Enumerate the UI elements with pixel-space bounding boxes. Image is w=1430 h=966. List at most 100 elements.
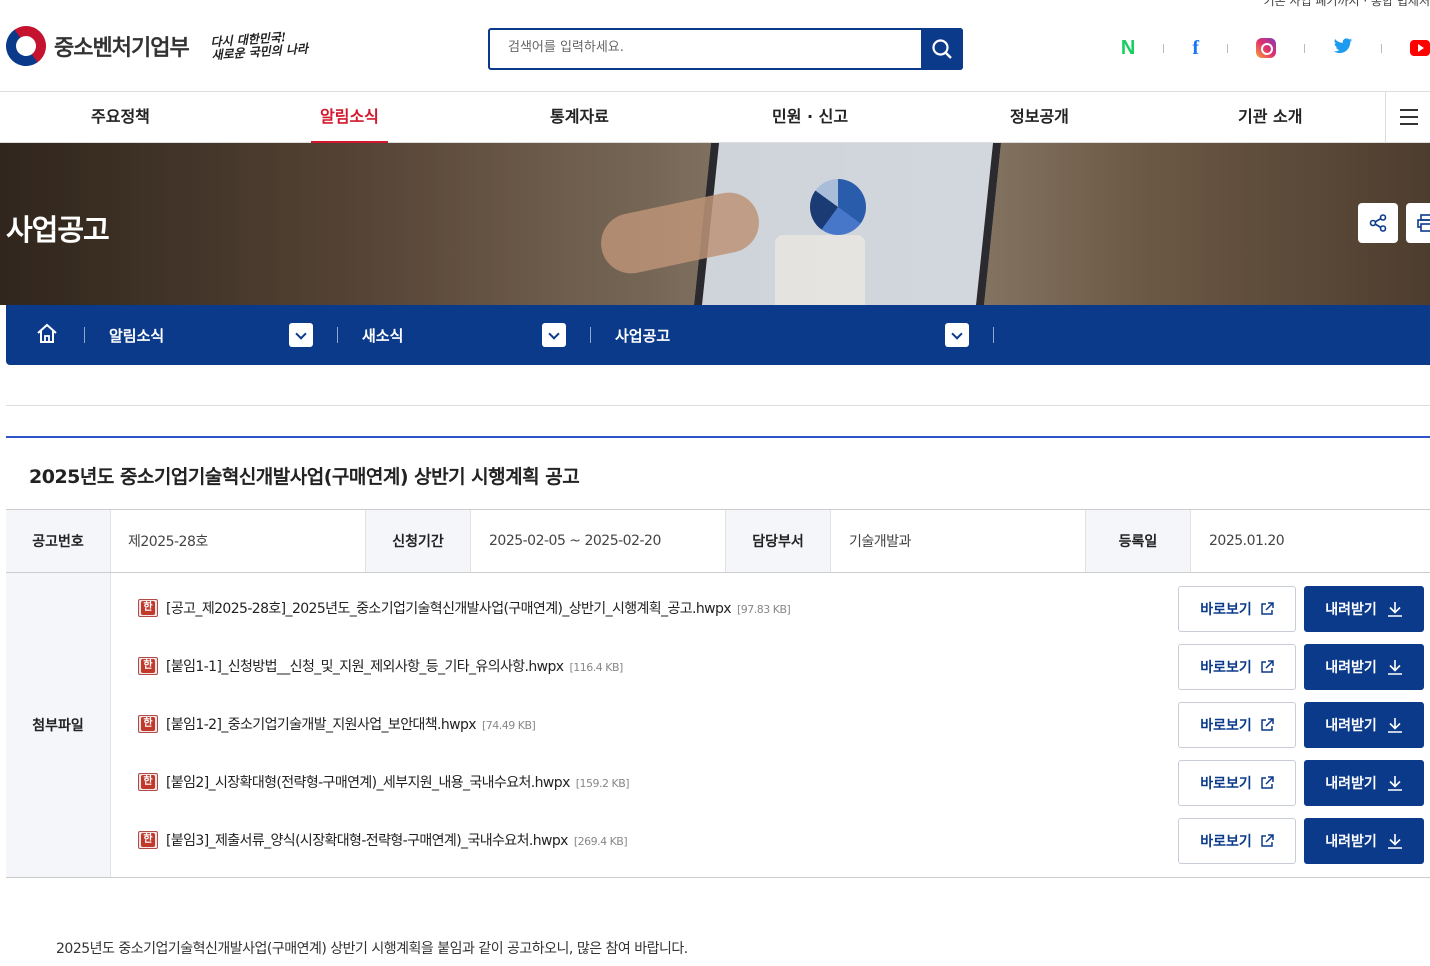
divider bbox=[1163, 43, 1165, 53]
breadcrumb-level-1[interactable]: 알림소식 bbox=[109, 325, 164, 346]
download-button[interactable]: 내려받기 bbox=[1304, 586, 1424, 632]
nav-item-information[interactable]: 정보공개 bbox=[1010, 92, 1069, 143]
external-link-icon bbox=[1261, 602, 1274, 615]
attachment-row: [붙임1-1]_신청방법__신청_및_지원_제외사항_등_기타_유의사항.hwp… bbox=[136, 644, 1424, 690]
search-input[interactable] bbox=[508, 40, 908, 55]
print-button[interactable] bbox=[1406, 203, 1430, 243]
naver-icon[interactable]: N bbox=[1121, 37, 1135, 60]
attachment-size: [97.83 KB] bbox=[737, 603, 791, 616]
divider bbox=[590, 327, 591, 343]
attachment-size: [269.4 KB] bbox=[573, 835, 628, 848]
download-button[interactable]: 내려받기 bbox=[1304, 818, 1424, 864]
download-button[interactable]: 내려받기 bbox=[1304, 760, 1424, 806]
breadcrumb-level-2[interactable]: 새소식 bbox=[362, 325, 403, 346]
divider bbox=[993, 327, 994, 343]
divider bbox=[1304, 43, 1305, 53]
share-icon bbox=[1369, 214, 1387, 232]
post-body: 2025년도 중소기업기술혁신개발사업(구매연계) 상반기 시행계획을 붙임과 … bbox=[56, 941, 688, 957]
site-logo[interactable]: 중소벤처기업부 다시 대한민국! 새로운 국민의 나라 bbox=[0, 18, 308, 74]
main-navigation: 주요정책 알림소식 통계자료 민원 · 신고 정보공개 기관 소개 bbox=[0, 92, 1430, 144]
download-icon bbox=[1387, 718, 1402, 733]
attachment-row: [붙임2]_시장확대형(전략형-구매연계)_세부지원_내용_국내수요처.hwpx… bbox=[136, 760, 1424, 806]
attachment-name[interactable]: [공고_제2025-28호]_2025년도_중소기업기술혁신개발사업(구매연계)… bbox=[166, 598, 791, 618]
hamburger-icon bbox=[1400, 109, 1418, 111]
attachment-size: [116.4 KB] bbox=[569, 661, 624, 674]
hwp-file-icon bbox=[138, 715, 158, 733]
title-divider bbox=[6, 436, 1430, 438]
print-icon bbox=[1417, 214, 1430, 232]
view-button[interactable]: 바로보기 bbox=[1178, 818, 1296, 864]
attachment-name[interactable]: [붙임1-2]_중소기업기술개발_지원사업_보안대책.hwpx [74.49 KB… bbox=[166, 714, 536, 734]
view-button[interactable]: 바로보기 bbox=[1178, 760, 1296, 806]
attachment-name[interactable]: [붙임2]_시장확대형(전략형-구매연계)_세부지원_내용_국내수요처.hwpx… bbox=[166, 772, 630, 792]
attachment-size: [159.2 KB] bbox=[575, 777, 630, 790]
share-button[interactable] bbox=[1358, 203, 1398, 243]
post-info-table: 공고번호 제2025-28호 신청기간 2025-02-05 ~ 2025-02… bbox=[6, 509, 1430, 573]
download-icon bbox=[1387, 834, 1402, 849]
attachment-row: [붙임3]_제출서류_양식(시장확대형-전략형-구매연계)_국내수요처.hwpx… bbox=[136, 818, 1424, 864]
hwp-file-icon bbox=[138, 657, 158, 675]
logo-text: 중소벤처기업부 bbox=[54, 36, 190, 61]
nav-item-civil-petition[interactable]: 민원 · 신고 bbox=[772, 92, 848, 143]
chevron-down-icon[interactable] bbox=[945, 323, 969, 347]
taegeuk-emblem-icon bbox=[0, 18, 54, 74]
hwp-file-icon bbox=[138, 831, 158, 849]
download-button[interactable]: 내려받기 bbox=[1304, 702, 1424, 748]
download-button[interactable]: 내려받기 bbox=[1304, 644, 1424, 690]
divider bbox=[1381, 43, 1382, 53]
external-link-icon bbox=[1261, 718, 1274, 731]
download-icon bbox=[1387, 776, 1402, 791]
attachment-row: [붙임1-2]_중소기업기술개발_지원사업_보안대책.hwpx[74.49 KB… bbox=[136, 702, 1424, 748]
hwp-file-icon bbox=[138, 599, 158, 617]
youtube-icon[interactable] bbox=[1410, 40, 1430, 56]
divider bbox=[337, 327, 338, 343]
divider bbox=[1227, 43, 1228, 53]
external-link-icon bbox=[1261, 834, 1274, 847]
slogan: 다시 대한민국! 새로운 국민의 나라 bbox=[210, 30, 308, 62]
attachment-name[interactable]: [붙임1-1]_신청방법__신청_및_지원_제외사항_등_기타_유의사항.hwp… bbox=[166, 656, 623, 676]
search-icon bbox=[932, 39, 952, 59]
nav-item-about[interactable]: 기관 소개 bbox=[1238, 92, 1302, 143]
period-label: 신청기간 bbox=[366, 510, 471, 572]
search-box bbox=[488, 28, 963, 70]
home-icon bbox=[37, 323, 57, 343]
view-button[interactable]: 바로보기 bbox=[1178, 644, 1296, 690]
divider bbox=[84, 327, 85, 343]
nav-item-news[interactable]: 알림소식 bbox=[311, 92, 388, 144]
external-link-icon bbox=[1261, 776, 1274, 789]
reg-date-label: 등록일 bbox=[1086, 510, 1191, 572]
dept-label: 담당부서 bbox=[726, 510, 831, 572]
hero-banner: 사업공고 bbox=[0, 143, 1430, 305]
post-title: 2025년도 중소기업기술혁신개발사업(구매연계) 상반기 시행계획 공고 bbox=[29, 466, 580, 488]
breadcrumb: 알림소식 새소식 사업공고 bbox=[6, 305, 1430, 365]
attachment-name[interactable]: [붙임3]_제출서류_양식(시장확대형-전략형-구매연계)_국내수요처.hwpx… bbox=[166, 830, 628, 850]
attachments-section: 첨부파일 [공고_제2025-28호]_2025년도_중소기업기술혁신개발사업(… bbox=[6, 573, 1430, 878]
home-button[interactable] bbox=[36, 323, 58, 349]
chevron-down-icon[interactable] bbox=[289, 323, 313, 347]
hwp-file-icon bbox=[138, 773, 158, 791]
search-button[interactable] bbox=[921, 28, 963, 70]
sns-links: N f bbox=[1121, 36, 1430, 60]
chevron-down-icon[interactable] bbox=[542, 323, 566, 347]
facebook-icon[interactable]: f bbox=[1192, 37, 1199, 60]
divider bbox=[6, 405, 1430, 406]
external-link-icon bbox=[1261, 660, 1274, 673]
view-button[interactable]: 바로보기 bbox=[1178, 586, 1296, 632]
site-header: 중소벤처기업부 다시 대한민국! 새로운 국민의 나라 N f bbox=[0, 0, 1430, 92]
hamburger-menu-button[interactable] bbox=[1385, 92, 1430, 143]
attachment-row: [공고_제2025-28호]_2025년도_중소기업기술혁신개발사업(구매연계)… bbox=[136, 586, 1424, 632]
twitter-icon[interactable] bbox=[1333, 36, 1353, 60]
attachments-label: 첨부파일 bbox=[6, 573, 111, 877]
reg-date-value: 2025.01.20 bbox=[1209, 533, 1285, 549]
instagram-icon[interactable] bbox=[1256, 38, 1276, 58]
page-title: 사업공고 bbox=[6, 213, 110, 247]
attachment-size: [74.49 KB] bbox=[481, 719, 536, 732]
dept-value: 기술개발과 bbox=[831, 510, 1086, 572]
nav-item-statistics[interactable]: 통계자료 bbox=[550, 92, 609, 143]
download-icon bbox=[1387, 602, 1402, 617]
notice-no-label: 공고번호 bbox=[6, 510, 111, 572]
breadcrumb-level-3[interactable]: 사업공고 bbox=[615, 325, 670, 346]
period-value: 2025-02-05 ~ 2025-02-20 bbox=[471, 510, 726, 572]
nav-item-policy[interactable]: 주요정책 bbox=[91, 92, 150, 143]
view-button[interactable]: 바로보기 bbox=[1178, 702, 1296, 748]
